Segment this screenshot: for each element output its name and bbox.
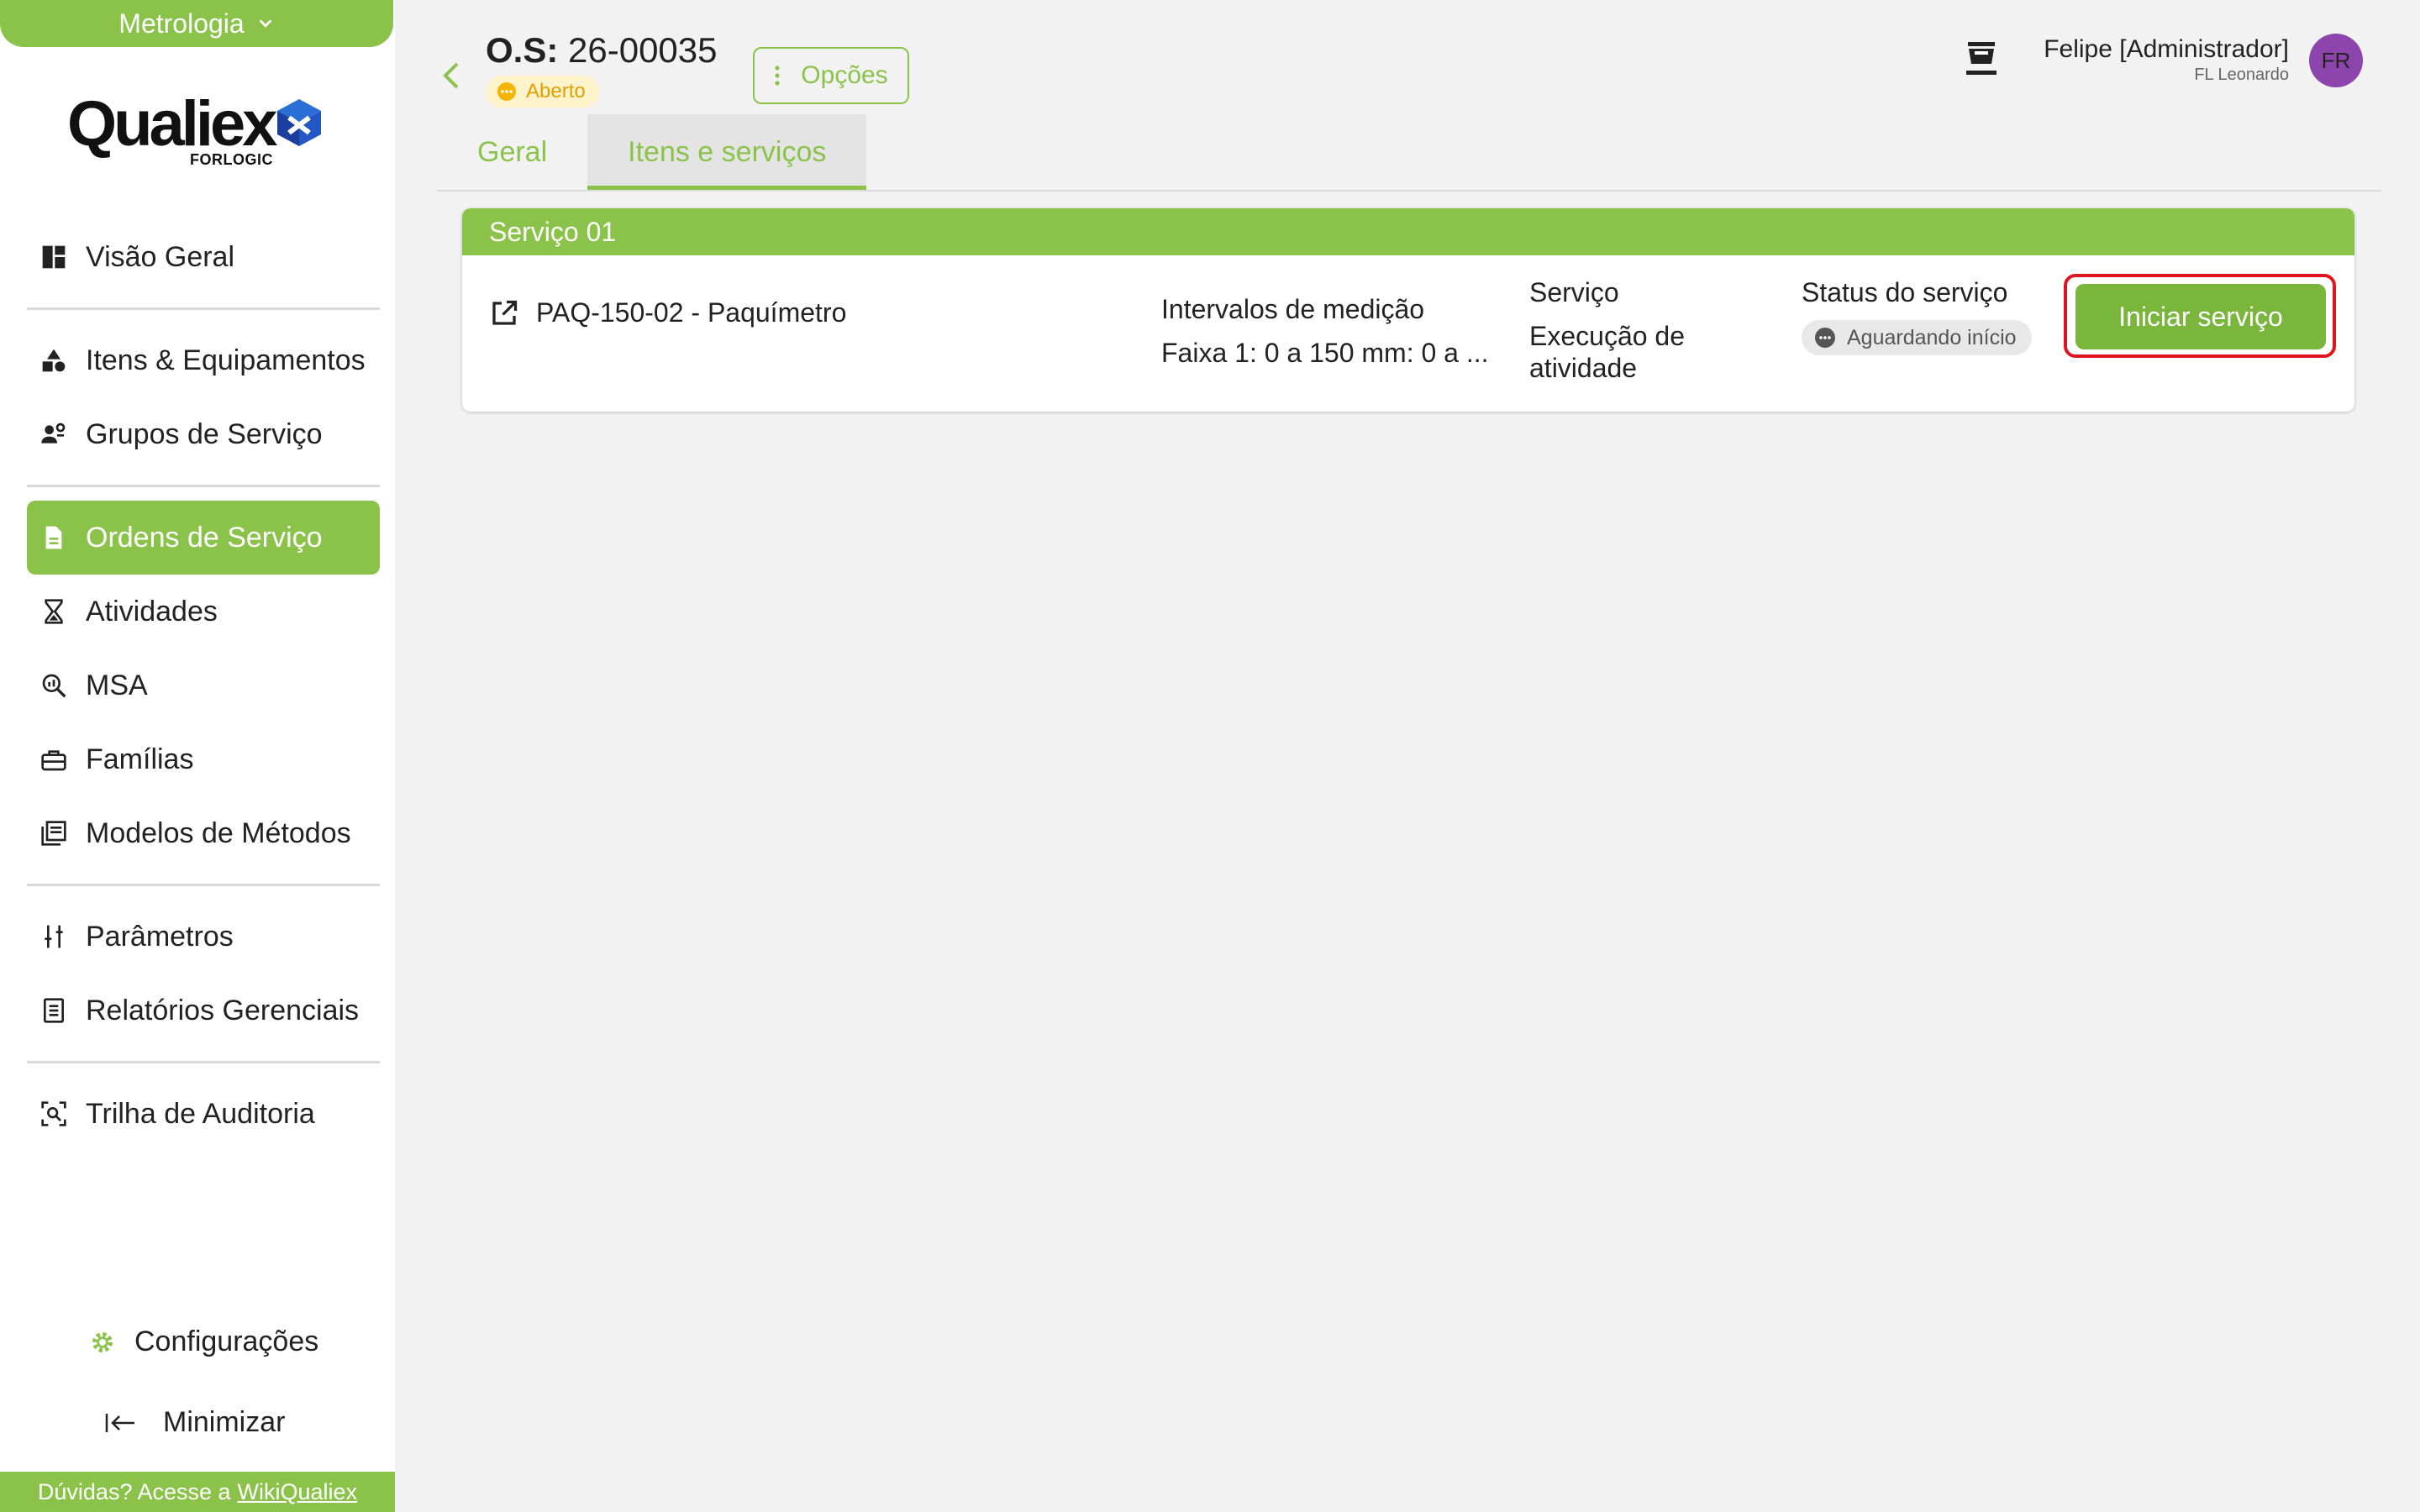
logo-cube-icon	[277, 99, 321, 146]
minimize-sidebar-button[interactable]: Minimizar	[104, 1406, 285, 1439]
sidebar-item-trilha-auditoria[interactable]: Trilha de Auditoria	[27, 1077, 380, 1151]
help-bar: Dúvidas? Acesse a WikiQualiex	[0, 1472, 395, 1512]
sidebar-item-label: Parâmetros	[86, 920, 234, 953]
sliders-icon	[45, 925, 63, 948]
page-title: O.S: 26-00035	[486, 30, 718, 71]
sidebar-item-label: Famílias	[86, 743, 194, 775]
service-label: Serviço	[1529, 277, 1619, 307]
user-company: FL Leonardo	[2194, 66, 2289, 84]
service-value: Execução de atividade	[1529, 321, 1686, 383]
sidebar-item-visao-geral[interactable]: Visão Geral	[27, 220, 380, 294]
service-card: Serviço 01 PAQ-150-02 - Paquímetro Inter…	[462, 208, 2354, 412]
user-name: Felipe [Administrador]	[2044, 35, 2289, 63]
sidebar-divider	[27, 1061, 380, 1063]
shapes-icon	[42, 349, 66, 372]
sidebar-item-label: Ordens de Serviço	[86, 521, 323, 554]
sidebar-item-familias[interactable]: Famílias	[27, 722, 380, 796]
sidebar-item-label: Grupos de Serviço	[86, 417, 323, 450]
options-label: Opções	[801, 61, 888, 89]
sidebar-item-label: Atividades	[86, 595, 218, 627]
more-dots-icon	[497, 82, 516, 101]
status-column: Status do serviço Aguardando início	[1802, 277, 2032, 355]
service-card-title: Serviço 01	[462, 208, 2354, 255]
options-button[interactable]: Opções	[753, 47, 909, 104]
module-selector[interactable]: Metrologia	[0, 0, 393, 47]
status-badge: Aberto	[486, 76, 599, 108]
os-prefix: O.S:	[486, 30, 559, 70]
module-label: Metrologia	[118, 8, 245, 39]
sidebar-item-label: Relatórios Gerenciais	[86, 994, 360, 1026]
back-arrow-icon[interactable]	[439, 59, 464, 92]
sidebar-item-parametros[interactable]: Parâmetros	[27, 900, 380, 974]
start-service-button[interactable]: Iniciar serviço	[2075, 284, 2326, 349]
sidebar-item-label: Trilha de Auditoria	[86, 1097, 315, 1130]
sidebar-item-relatorios[interactable]: Relatórios Gerenciais	[27, 974, 380, 1047]
document-icon	[45, 526, 62, 549]
zoom-analysis-icon	[42, 674, 66, 698]
sidebar: Metrologia Qualiex FORLOGIC Visão Geral …	[0, 0, 395, 1512]
coffee-cup-icon[interactable]	[1963, 39, 2000, 79]
status-label: Aberto	[526, 80, 586, 102]
hourglass-icon	[45, 599, 63, 624]
settings-label: Configurações	[134, 1326, 319, 1357]
help-text: Dúvidas? Acesse a	[37, 1478, 231, 1504]
more-vertical-icon	[775, 66, 780, 86]
avatar[interactable]: FR	[2309, 34, 2363, 87]
sidebar-nav: Visão Geral Itens & Equipamentos Grupos …	[27, 220, 380, 1151]
item-name: PAQ-150-02 - Paquímetro	[536, 297, 847, 328]
service-status-badge: Aguardando início	[1802, 320, 2032, 355]
open-external-icon	[492, 300, 518, 325]
service-column: Serviço Execução de atividade	[1529, 277, 1697, 384]
sidebar-item-label: Itens & Equipamentos	[86, 344, 366, 376]
collapse-left-icon	[105, 1413, 134, 1432]
sidebar-item-label: Visão Geral	[86, 240, 235, 273]
tab-geral[interactable]: Geral	[437, 114, 587, 190]
wiki-link[interactable]: WikiQualiex	[238, 1479, 358, 1505]
tab-itens-servicos[interactable]: Itens e serviços	[587, 114, 867, 190]
sidebar-divider	[27, 307, 380, 310]
more-dots-icon	[1815, 328, 1835, 348]
library-books-icon	[41, 821, 66, 846]
minimize-label: Minimizar	[163, 1406, 286, 1438]
sidebar-item-msa[interactable]: MSA	[27, 648, 380, 722]
start-service-highlight: Iniciar serviço	[2064, 274, 2336, 358]
app-logo: Qualiex FORLOGIC	[67, 91, 328, 171]
people-settings-icon	[41, 423, 66, 444]
sidebar-item-itens-equipamentos[interactable]: Itens & Equipamentos	[27, 323, 380, 397]
tab-bar: Geral Itens e serviços	[437, 114, 867, 190]
sidebar-divider	[27, 485, 380, 487]
intervals-label: Intervalos de medição	[1161, 294, 1425, 324]
item-link[interactable]: PAQ-150-02 - Paquímetro	[489, 297, 846, 328]
service-status-label: Status do serviço	[1802, 277, 2008, 307]
tab-divider	[437, 190, 2381, 192]
sidebar-item-modelos-metodos[interactable]: Modelos de Métodos	[27, 796, 380, 870]
sidebar-divider	[27, 884, 380, 886]
intervals-value: Faixa 1: 0 a 150 mm: 0 a ...	[1161, 338, 1489, 368]
sidebar-item-label: Modelos de Métodos	[86, 816, 351, 849]
os-number: 26-00035	[568, 30, 718, 70]
sidebar-item-ordens-servico[interactable]: Ordens de Serviço	[27, 501, 380, 575]
audit-scan-icon	[41, 1101, 66, 1126]
dashboard-icon	[42, 245, 66, 269]
sidebar-item-atividades[interactable]: Atividades	[27, 575, 380, 648]
sidebar-item-label: MSA	[86, 669, 148, 701]
service-status-value: Aguardando início	[1847, 325, 2017, 349]
settings-link[interactable]: Configurações	[89, 1326, 318, 1358]
gear-icon	[92, 1331, 113, 1352]
intervals-column: Intervalos de medição Faixa 1: 0 a 150 m…	[1161, 294, 1489, 369]
report-icon	[44, 998, 64, 1023]
toolbox-icon	[41, 750, 66, 771]
chevron-down-icon	[259, 19, 272, 28]
sidebar-item-grupos-servico[interactable]: Grupos de Serviço	[27, 397, 380, 471]
